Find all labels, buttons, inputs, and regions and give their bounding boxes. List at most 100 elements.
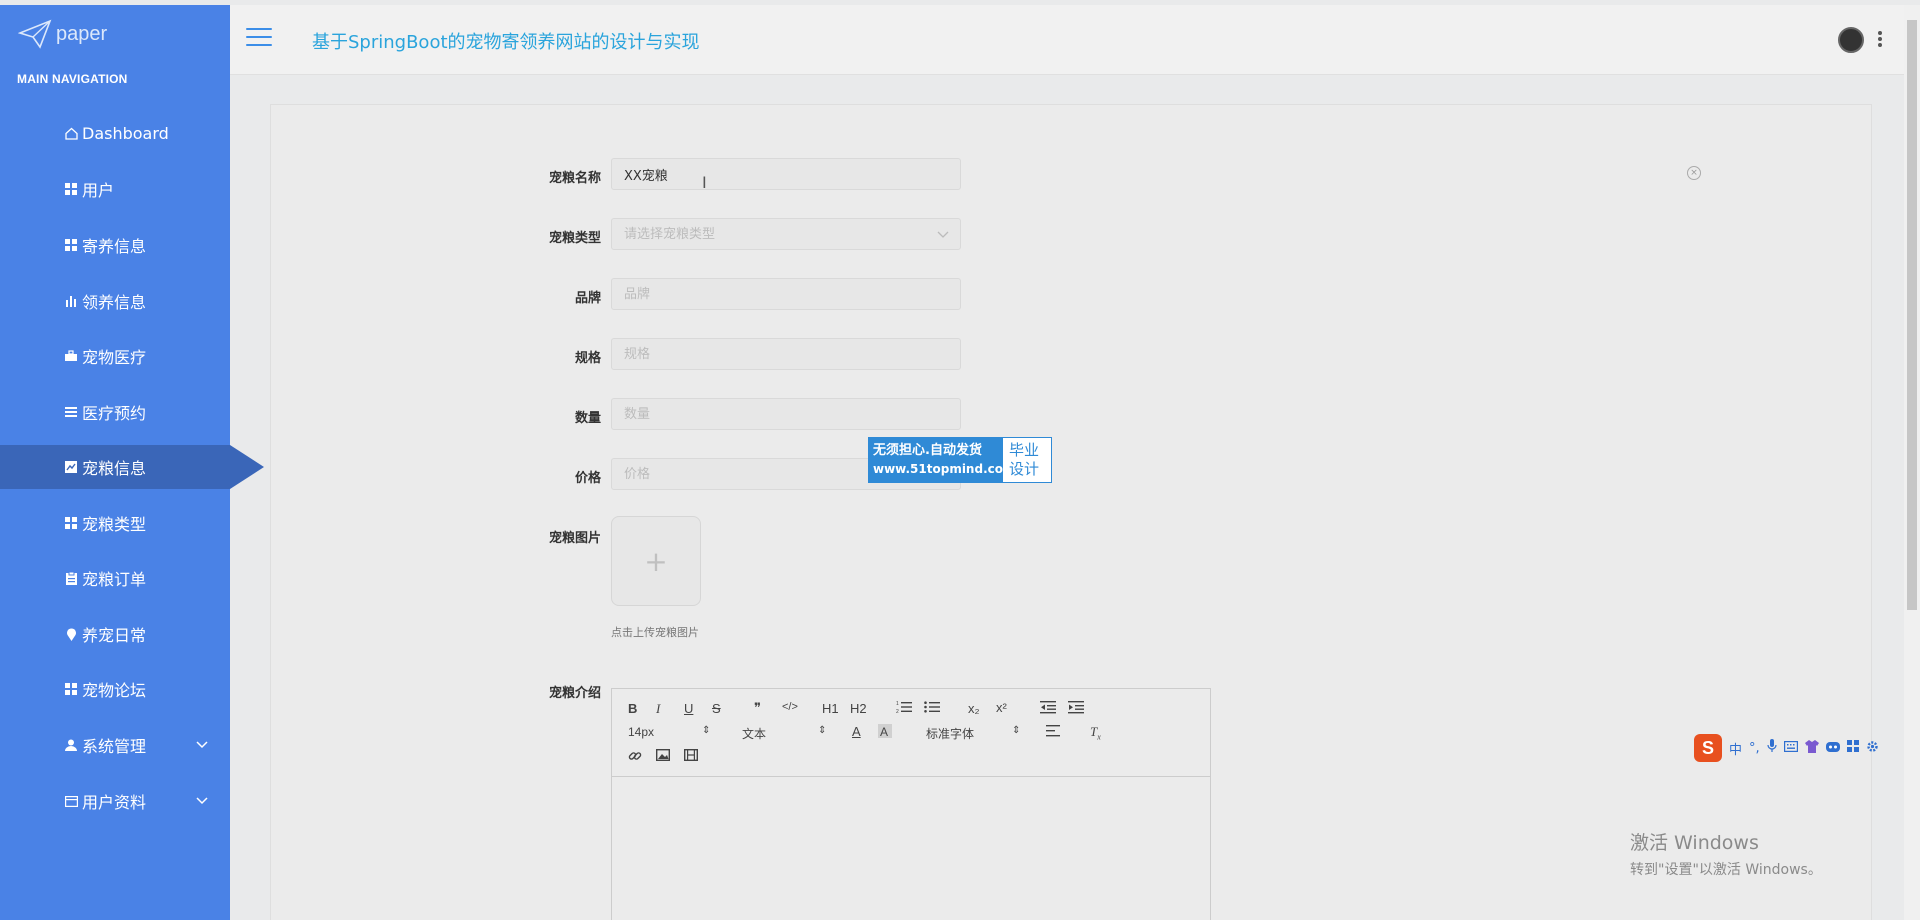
link-icon[interactable] bbox=[628, 749, 642, 766]
ad-banner-left: 无须担心.自动发货 www.51topmind.com bbox=[869, 438, 1016, 482]
microphone-icon[interactable] bbox=[1767, 739, 1777, 757]
close-icon[interactable]: × bbox=[1687, 166, 1701, 180]
id-card-icon bbox=[64, 794, 78, 808]
sidebar-item-label: 宠粮类型 bbox=[82, 515, 147, 534]
grid-icon bbox=[64, 516, 78, 530]
background-color-icon[interactable]: A bbox=[878, 724, 892, 741]
header-select[interactable]: 文本 bbox=[742, 725, 766, 742]
sidebar-item-users[interactable]: 用户 bbox=[0, 167, 230, 211]
keyboard-icon[interactable] bbox=[1783, 740, 1798, 756]
ime-language[interactable]: 中 bbox=[1729, 739, 1742, 758]
sidebar-item-label: 宠物论坛 bbox=[82, 681, 147, 700]
underline-button[interactable]: U bbox=[684, 701, 693, 716]
skin-shirt-icon[interactable] bbox=[1804, 739, 1819, 757]
spec-input[interactable] bbox=[611, 338, 961, 370]
spec-label: 规格 bbox=[574, 351, 601, 366]
name-input[interactable] bbox=[611, 158, 961, 190]
sidebar-item-profile[interactable]: 用户资料 bbox=[0, 779, 230, 823]
activate-line2: 转到"设置"以激活 Windows。 bbox=[1630, 862, 1822, 878]
sidebar-item-label: 医疗预约 bbox=[82, 404, 147, 423]
quantity-label: 数量 bbox=[574, 411, 601, 426]
font-family-select[interactable]: 标准字体 bbox=[926, 725, 974, 742]
quantity-input[interactable] bbox=[611, 398, 961, 430]
ad-right2: 设计 bbox=[1009, 460, 1040, 478]
grid-icon bbox=[64, 182, 78, 196]
sidebar-item-forum[interactable]: 宠物论坛 bbox=[0, 667, 230, 711]
punctuation-icon[interactable]: °, bbox=[1749, 741, 1760, 756]
page-title: 基于SpringBoot的宠物寄领养网站的设计与实现 bbox=[312, 32, 700, 53]
type-select[interactable] bbox=[611, 218, 961, 250]
strike-button[interactable]: S bbox=[712, 701, 721, 716]
user-icon bbox=[64, 738, 78, 752]
sidebar-item-label: 领养信息 bbox=[82, 293, 147, 312]
sidebar-item-dashboard[interactable]: Dashboard bbox=[0, 111, 230, 155]
sidebar-item-system[interactable]: 系统管理 bbox=[0, 723, 230, 767]
code-button[interactable]: </> bbox=[782, 701, 798, 713]
svg-text:A: A bbox=[880, 725, 888, 738]
apps-grid-icon[interactable] bbox=[1846, 740, 1859, 756]
sidebar-item-daily[interactable]: 养宠日常 bbox=[0, 612, 230, 656]
sidebar-item-label: Dashboard bbox=[82, 123, 169, 143]
sidebar-item-appointment[interactable]: 医疗预约 bbox=[0, 390, 230, 434]
ad-banner[interactable]: 无须担心.自动发货 www.51topmind.com 毕业 设计 bbox=[868, 437, 1052, 483]
logo[interactable]: paper bbox=[18, 19, 107, 49]
editor-content[interactable] bbox=[612, 777, 1210, 920]
outdent-icon[interactable] bbox=[1040, 700, 1056, 717]
blockquote-button[interactable]: ❞ bbox=[754, 700, 761, 716]
logo-text: paper bbox=[56, 22, 108, 45]
sidebar-item-label: 养宠日常 bbox=[82, 626, 147, 645]
sidebar-item-label: 宠物医疗 bbox=[82, 348, 147, 367]
sidebar-item-label: 宠粮信息 bbox=[82, 459, 147, 478]
home-icon bbox=[64, 126, 78, 140]
scrollbar-thumb[interactable] bbox=[1907, 20, 1917, 610]
plus-icon: + bbox=[644, 544, 668, 578]
brand-label: 品牌 bbox=[574, 291, 601, 306]
intro-label: 宠粮介绍 bbox=[548, 686, 601, 701]
video-icon[interactable] bbox=[683, 748, 699, 764]
sidebar-item-label: 宠粮订单 bbox=[82, 570, 147, 589]
italic-button[interactable]: I bbox=[656, 701, 660, 717]
sidebar-item-petfood-order[interactable]: 宠粮订单 bbox=[0, 556, 230, 600]
font-color-icon[interactable]: A bbox=[852, 724, 861, 739]
ordered-list-icon[interactable]: 12 bbox=[896, 700, 912, 717]
robot-icon[interactable] bbox=[1825, 740, 1840, 756]
ad-line2: www.51topmind.com bbox=[873, 462, 1016, 476]
bold-button[interactable]: B bbox=[628, 701, 637, 716]
h2-button[interactable]: H2 bbox=[850, 701, 867, 716]
font-size-select[interactable]: 14px bbox=[628, 725, 654, 739]
sidebar-item-label: 系统管理 bbox=[82, 737, 147, 756]
h1-button[interactable]: H1 bbox=[822, 701, 839, 716]
indent-icon[interactable] bbox=[1068, 700, 1084, 717]
grid-icon bbox=[64, 682, 78, 696]
editor-toolbar: B I U S ❞ </> H1 H2 12 x₂ x² 14px ⇕ 文本 ⇕… bbox=[612, 689, 1210, 777]
more-vertical-icon[interactable] bbox=[1878, 31, 1884, 49]
clipboard-icon bbox=[64, 571, 78, 585]
sidebar-item-medical[interactable]: 宠物医疗 bbox=[0, 334, 230, 378]
image-upload-button[interactable]: + bbox=[611, 516, 701, 606]
list-icon bbox=[64, 405, 78, 419]
image-icon[interactable] bbox=[655, 748, 671, 764]
gear-icon[interactable] bbox=[1866, 740, 1879, 757]
svg-text:2: 2 bbox=[896, 709, 899, 714]
line-chart-icon bbox=[64, 460, 78, 474]
chevron-down-icon bbox=[937, 228, 949, 242]
avatar[interactable] bbox=[1838, 27, 1864, 53]
briefcase-icon bbox=[64, 349, 78, 363]
sidebar-item-petfood[interactable]: 宠粮信息 bbox=[0, 445, 264, 489]
svg-text:1: 1 bbox=[896, 701, 899, 707]
sort-icon: ⇕ bbox=[818, 725, 827, 736]
subscript-button[interactable]: x₂ bbox=[968, 701, 980, 716]
sidebar-item-petfood-type[interactable]: 宠粮类型 bbox=[0, 501, 230, 545]
clear-format-icon[interactable]: Tx bbox=[1090, 724, 1101, 742]
brand-input[interactable] bbox=[611, 278, 961, 310]
align-left-icon[interactable] bbox=[1046, 725, 1060, 740]
sogou-logo-icon[interactable]: S bbox=[1694, 734, 1722, 762]
bullet-list-icon[interactable] bbox=[924, 700, 940, 717]
chevron-down-icon bbox=[196, 793, 208, 809]
bar-chart-icon bbox=[64, 294, 78, 308]
superscript-button[interactable]: x² bbox=[996, 700, 1007, 715]
sidebar-item-adoption[interactable]: 领养信息 bbox=[0, 279, 230, 323]
hamburger-menu-icon[interactable] bbox=[246, 28, 272, 48]
sidebar-item-foster[interactable]: 寄养信息 bbox=[0, 223, 230, 267]
upload-tip: 点击上传宠粮图片 bbox=[611, 626, 699, 639]
